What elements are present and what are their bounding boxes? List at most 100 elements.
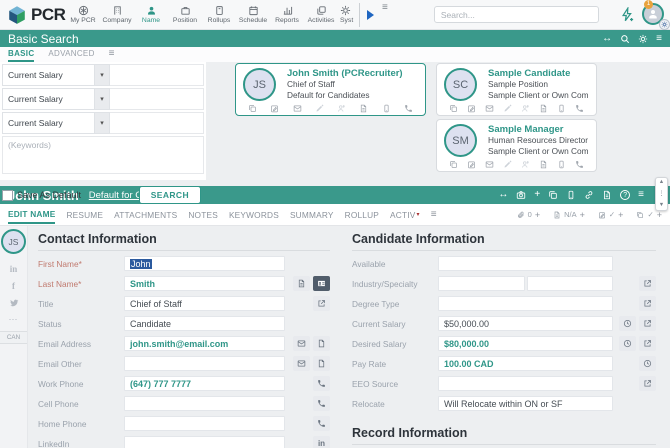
- resume-doc-icon[interactable]: [293, 276, 310, 291]
- add-icon[interactable]: +: [535, 210, 540, 220]
- email-icon[interactable]: [485, 160, 494, 169]
- edit-icon[interactable]: [467, 160, 476, 169]
- pencil-icon[interactable]: [503, 160, 512, 169]
- help-icon[interactable]: ?: [620, 190, 630, 200]
- available-field[interactable]: [438, 256, 613, 271]
- pipeline-icon[interactable]: [521, 160, 530, 169]
- card-name[interactable]: John Smith (PCRecruiter): [287, 68, 418, 79]
- filter-value-input[interactable]: [110, 88, 204, 110]
- current-salary-field[interactable]: $50,000.00: [438, 316, 613, 331]
- keywords-textarea[interactable]: [2, 136, 204, 174]
- email-icon[interactable]: [293, 356, 310, 371]
- pay-rate-field[interactable]: 100.00 CAD: [438, 356, 613, 371]
- next-record-icon[interactable]: ▼: [659, 203, 664, 209]
- pipeline-icon[interactable]: [521, 104, 530, 113]
- tab-attachments[interactable]: ATTACHMENTS: [114, 206, 177, 223]
- expand-icon[interactable]: ↔: [498, 190, 508, 200]
- pencil-icon[interactable]: [503, 104, 512, 113]
- rollup-counter[interactable]: ✓+: [636, 210, 662, 220]
- phone-icon[interactable]: [575, 160, 584, 169]
- relocate-field[interactable]: Will Relocate within ON or SF: [438, 396, 613, 411]
- search-button[interactable]: SEARCH: [139, 186, 201, 204]
- menu-icon[interactable]: ≡: [656, 34, 662, 44]
- record-card-sample-manager[interactable]: SM Sample Manager Human Resources Direct…: [436, 119, 597, 172]
- drag-handle-icon[interactable]: ⋮: [659, 191, 665, 197]
- email-field[interactable]: john.smith@email.com: [124, 336, 285, 351]
- email-other-field[interactable]: [124, 356, 285, 371]
- global-search-input[interactable]: [434, 6, 599, 23]
- filter-field-select[interactable]: Current Salary▾: [2, 112, 110, 134]
- more-icon[interactable]: ⋯: [9, 311, 19, 328]
- tab-keywords[interactable]: KEYWORDS: [229, 206, 279, 223]
- history-clock-icon[interactable]: [619, 316, 636, 331]
- specialty-field[interactable]: [527, 276, 614, 291]
- tab-summary[interactable]: SUMMARY: [290, 206, 334, 223]
- pcr-logo[interactable]: PCR: [6, 4, 66, 26]
- topbar-menu-icon[interactable]: ≡: [382, 0, 388, 13]
- work-phone-field[interactable]: (647) 777 7777: [124, 376, 285, 391]
- record-card-sample-candidate[interactable]: SC Sample Candidate Sample Position Samp…: [436, 63, 597, 116]
- duplicate-icon[interactable]: [548, 190, 558, 200]
- history-clock-icon[interactable]: [639, 356, 656, 371]
- play-icon[interactable]: [367, 10, 374, 20]
- external-link-icon[interactable]: [639, 336, 656, 351]
- cell-phone-field[interactable]: [124, 396, 285, 411]
- pipeline-icon[interactable]: [337, 104, 346, 113]
- record-avatar[interactable]: JS: [1, 229, 26, 254]
- phone-icon[interactable]: [313, 376, 330, 391]
- quick-actions-icon[interactable]: [620, 7, 635, 22]
- card-name[interactable]: Sample Candidate: [488, 68, 589, 79]
- email-icon[interactable]: [293, 104, 302, 113]
- edit-icon[interactable]: [270, 104, 279, 113]
- save-as-default-checkbox[interactable]: [2, 190, 13, 201]
- snapshot-icon[interactable]: [516, 190, 526, 200]
- status-field[interactable]: Candidate: [124, 316, 285, 331]
- nav-my-pcr[interactable]: My PCR: [66, 0, 100, 29]
- expand-icon[interactable]: ↔: [602, 34, 612, 44]
- tab-resume[interactable]: RESUME: [66, 206, 103, 223]
- mobile-icon[interactable]: [382, 104, 391, 113]
- nav-activities[interactable]: Activities: [304, 0, 338, 29]
- first-name-field[interactable]: John: [124, 256, 285, 271]
- doc-icon[interactable]: [313, 356, 330, 371]
- external-link-icon[interactable]: [639, 376, 656, 391]
- activities-icon[interactable]: [449, 160, 458, 169]
- attachments-counter[interactable]: 0+: [517, 210, 540, 220]
- twitter-icon[interactable]: [9, 294, 19, 311]
- external-link-icon[interactable]: [639, 276, 656, 291]
- title-field[interactable]: Chief of Staff: [124, 296, 285, 311]
- phone-icon[interactable]: [313, 396, 330, 411]
- filter-field-select[interactable]: Current Salary▾: [2, 64, 110, 86]
- add-icon[interactable]: +: [657, 210, 662, 220]
- filter-value-input[interactable]: [110, 64, 204, 86]
- linkedin-icon[interactable]: in: [313, 436, 330, 448]
- tab-activities[interactable]: ACTIV▾: [390, 206, 420, 223]
- desired-salary-field[interactable]: $80,000.00: [438, 336, 613, 351]
- phone-icon[interactable]: [404, 104, 413, 113]
- phone-icon[interactable]: [575, 104, 584, 113]
- degree-type-field[interactable]: [438, 296, 613, 311]
- nav-reports[interactable]: Reports: [270, 0, 304, 29]
- notes-icon[interactable]: [602, 190, 612, 200]
- tab-notes[interactable]: NOTES: [188, 206, 218, 223]
- mobile-icon[interactable]: [566, 190, 576, 200]
- link-icon[interactable]: [584, 190, 594, 200]
- add-icon[interactable]: +: [580, 210, 585, 220]
- activities-icon[interactable]: [248, 104, 257, 113]
- add-icon[interactable]: +: [618, 210, 623, 220]
- mobile-icon[interactable]: [557, 160, 566, 169]
- notes-icon[interactable]: [539, 160, 548, 169]
- tab-basic[interactable]: BASIC: [8, 49, 34, 62]
- phone-icon[interactable]: [313, 416, 330, 431]
- user-avatar[interactable]: 1: [642, 3, 666, 27]
- external-link-icon[interactable]: [313, 296, 330, 311]
- nav-position[interactable]: Position: [168, 0, 202, 29]
- tab-advanced[interactable]: ADVANCED: [48, 49, 94, 60]
- email-icon[interactable]: [293, 336, 310, 351]
- tab-rollup[interactable]: ROLLUP: [345, 206, 379, 223]
- nav-name[interactable]: Name: [134, 0, 168, 29]
- facebook-icon[interactable]: f: [12, 277, 15, 294]
- eeo-source-field[interactable]: [438, 376, 613, 391]
- external-link-icon[interactable]: [639, 316, 656, 331]
- tab-edit-name[interactable]: EDIT NAME: [8, 205, 55, 224]
